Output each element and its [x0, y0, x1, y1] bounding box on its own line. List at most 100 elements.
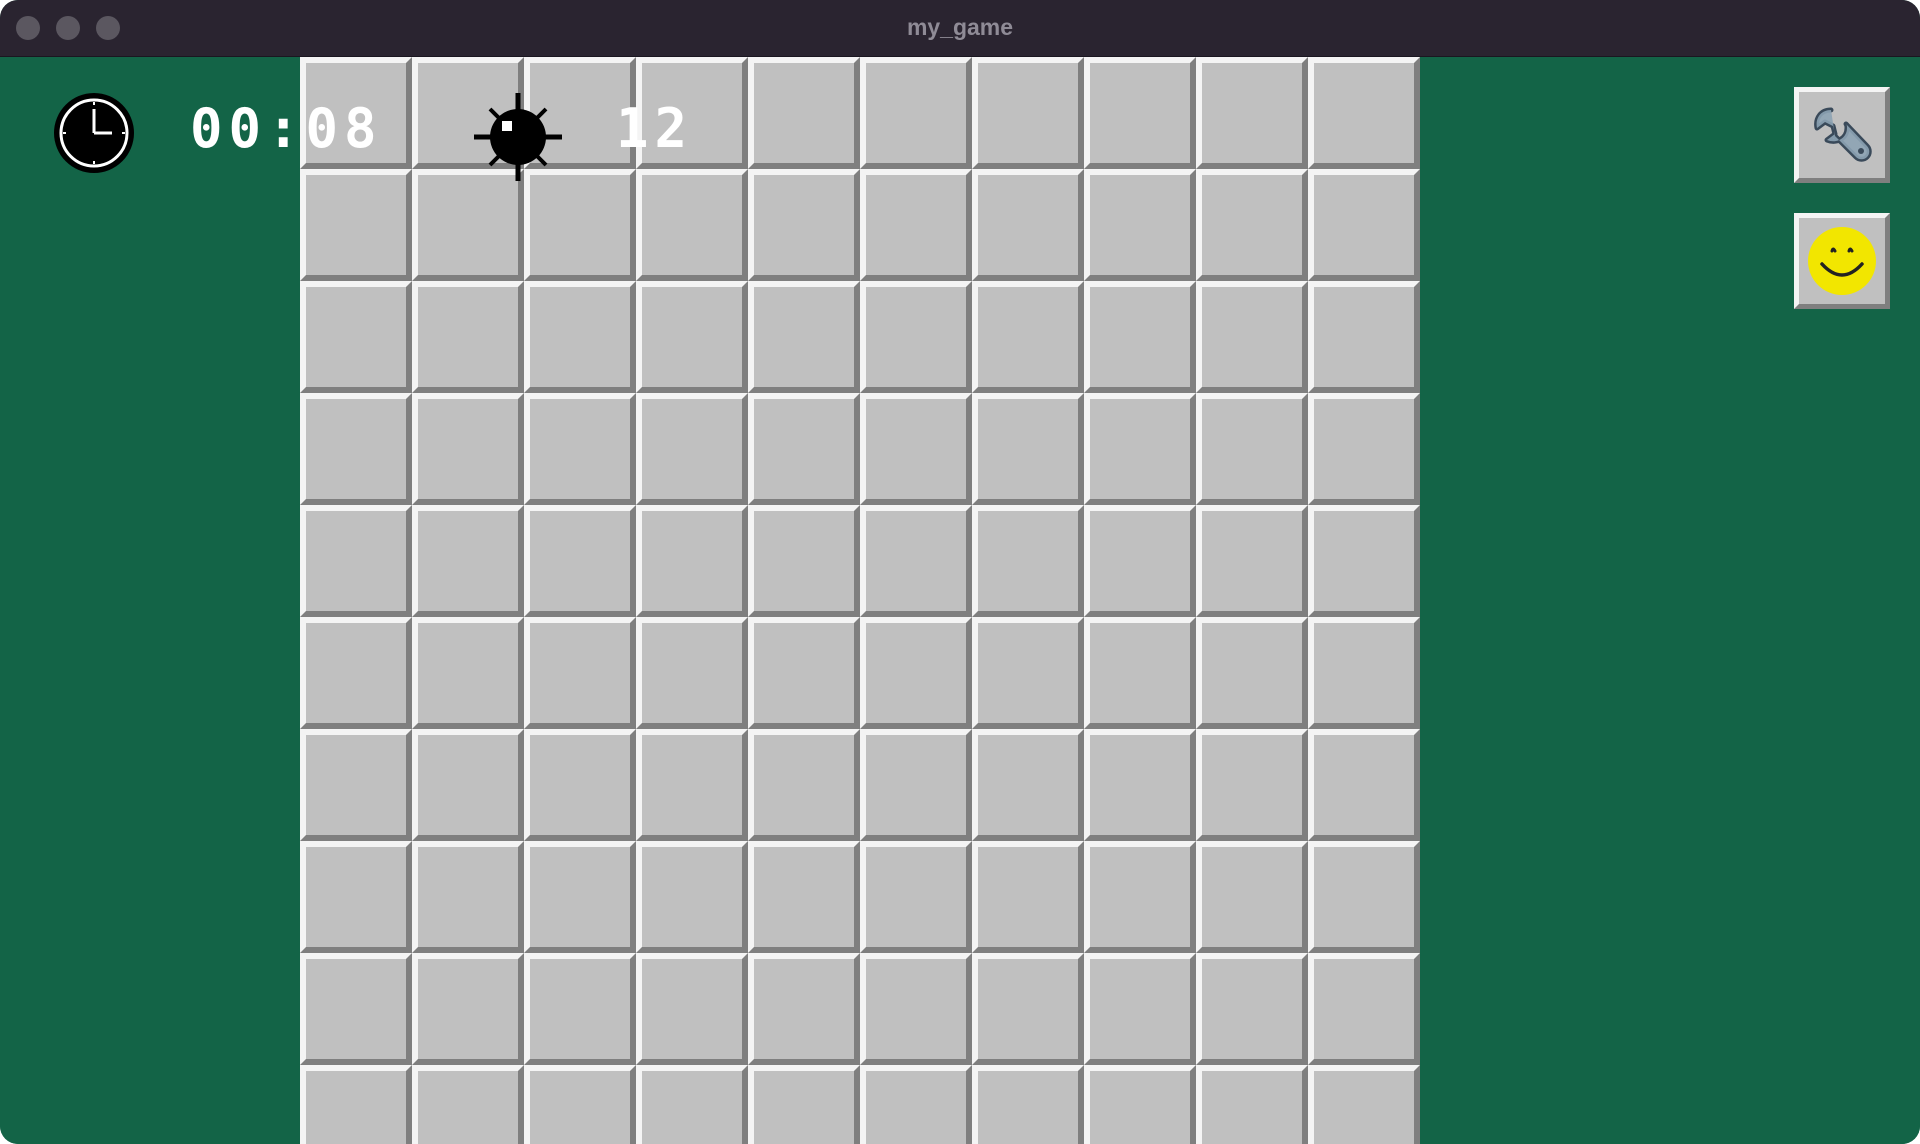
- minefield-cell[interactable]: [524, 169, 636, 281]
- minefield-cell[interactable]: [972, 617, 1084, 729]
- minefield-cell[interactable]: [972, 393, 1084, 505]
- minefield-cell[interactable]: [1084, 169, 1196, 281]
- minefield-cell[interactable]: [300, 729, 412, 841]
- minefield-grid: [300, 57, 1420, 1144]
- minefield-cell[interactable]: [1196, 617, 1308, 729]
- minefield-cell[interactable]: [524, 393, 636, 505]
- reset-game-button[interactable]: [1794, 213, 1890, 309]
- minefield-cell[interactable]: [860, 281, 972, 393]
- minefield-cell[interactable]: [636, 281, 748, 393]
- minefield-cell[interactable]: [860, 841, 972, 953]
- minefield-cell[interactable]: [1084, 281, 1196, 393]
- minefield-cell[interactable]: [1308, 617, 1420, 729]
- minefield-cell[interactable]: [748, 953, 860, 1065]
- minefield-cell[interactable]: [300, 505, 412, 617]
- minefield-cell[interactable]: [972, 953, 1084, 1065]
- minefield-cell[interactable]: [1196, 281, 1308, 393]
- minefield-cell[interactable]: [748, 841, 860, 953]
- minefield-cell[interactable]: [300, 953, 412, 1065]
- minefield-cell[interactable]: [1084, 841, 1196, 953]
- minefield-cell[interactable]: [300, 617, 412, 729]
- minefield-cell[interactable]: [524, 729, 636, 841]
- minefield-cell[interactable]: [748, 617, 860, 729]
- minefield-cell[interactable]: [1308, 729, 1420, 841]
- minefield-cell[interactable]: [748, 57, 860, 169]
- minefield-cell[interactable]: [972, 729, 1084, 841]
- minefield-cell[interactable]: [860, 169, 972, 281]
- minefield-cell[interactable]: [524, 841, 636, 953]
- minefield-cell[interactable]: [412, 505, 524, 617]
- minefield-cell[interactable]: [524, 953, 636, 1065]
- minefield-cell[interactable]: [524, 281, 636, 393]
- minefield-cell[interactable]: [1308, 953, 1420, 1065]
- minefield-cell[interactable]: [412, 393, 524, 505]
- minefield-cell[interactable]: [524, 1065, 636, 1144]
- minefield-cell[interactable]: [412, 1065, 524, 1144]
- minefield-cell[interactable]: [1308, 1065, 1420, 1144]
- minefield-cell[interactable]: [1196, 505, 1308, 617]
- minefield-cell[interactable]: [1084, 57, 1196, 169]
- minefield-cell[interactable]: [748, 169, 860, 281]
- minefield-cell[interactable]: [860, 729, 972, 841]
- minefield-cell[interactable]: [636, 729, 748, 841]
- minefield-cell[interactable]: [412, 953, 524, 1065]
- minefield-cell[interactable]: [300, 1065, 412, 1144]
- minefield-cell[interactable]: [300, 169, 412, 281]
- minefield-cell[interactable]: [1196, 169, 1308, 281]
- minefield-cell[interactable]: [748, 505, 860, 617]
- minefield-cell[interactable]: [860, 1065, 972, 1144]
- minefield-cell[interactable]: [748, 393, 860, 505]
- minefield-cell[interactable]: [1196, 57, 1308, 169]
- minefield-cell[interactable]: [972, 281, 1084, 393]
- minefield-cell[interactable]: [972, 169, 1084, 281]
- minefield-cell[interactable]: [636, 169, 748, 281]
- minefield-cell[interactable]: [972, 505, 1084, 617]
- minefield-cell[interactable]: [636, 393, 748, 505]
- minefield-cell[interactable]: [412, 617, 524, 729]
- minefield-cell[interactable]: [636, 617, 748, 729]
- minefield-cell[interactable]: [860, 617, 972, 729]
- minefield-cell[interactable]: [860, 505, 972, 617]
- minefield-cell[interactable]: [1308, 57, 1420, 169]
- minefield-cell[interactable]: [1308, 841, 1420, 953]
- minefield-cell[interactable]: [1196, 841, 1308, 953]
- minefield-cell[interactable]: [1084, 617, 1196, 729]
- minefield-cell[interactable]: [412, 841, 524, 953]
- minefield-cell[interactable]: [1196, 729, 1308, 841]
- minefield-cell[interactable]: [860, 57, 972, 169]
- minefield-cell[interactable]: [972, 1065, 1084, 1144]
- minefield-cell[interactable]: [1084, 729, 1196, 841]
- minefield-cell[interactable]: [1308, 169, 1420, 281]
- minefield-cell[interactable]: [748, 729, 860, 841]
- minefield-cell[interactable]: [1084, 953, 1196, 1065]
- minefield-cell[interactable]: [412, 169, 524, 281]
- minefield-cell[interactable]: [636, 841, 748, 953]
- minefield-cell[interactable]: [748, 1065, 860, 1144]
- minefield-cell[interactable]: [412, 729, 524, 841]
- minefield-cell[interactable]: [300, 841, 412, 953]
- minefield-cell[interactable]: [524, 505, 636, 617]
- minefield-cell[interactable]: [1084, 1065, 1196, 1144]
- minefield-cell[interactable]: [1308, 281, 1420, 393]
- minefield-cell[interactable]: [1196, 1065, 1308, 1144]
- minefield-cell[interactable]: [636, 1065, 748, 1144]
- minefield-cell[interactable]: [1308, 393, 1420, 505]
- minefield-cell[interactable]: [860, 953, 972, 1065]
- minefield-cell[interactable]: [300, 281, 412, 393]
- minefield-cell[interactable]: [1308, 505, 1420, 617]
- minefield-cell[interactable]: [1196, 393, 1308, 505]
- settings-button[interactable]: [1794, 87, 1890, 183]
- minefield-cell[interactable]: [972, 841, 1084, 953]
- minefield-cell[interactable]: [636, 505, 748, 617]
- minefield-cell[interactable]: [636, 953, 748, 1065]
- minefield-cell[interactable]: [860, 393, 972, 505]
- mine-icon: [474, 93, 562, 181]
- minefield-cell[interactable]: [300, 393, 412, 505]
- minefield-cell[interactable]: [748, 281, 860, 393]
- minefield-cell[interactable]: [412, 281, 524, 393]
- minefield-cell[interactable]: [1084, 393, 1196, 505]
- minefield-cell[interactable]: [524, 617, 636, 729]
- minefield-cell[interactable]: [1196, 953, 1308, 1065]
- minefield-cell[interactable]: [972, 57, 1084, 169]
- minefield-cell[interactable]: [1084, 505, 1196, 617]
